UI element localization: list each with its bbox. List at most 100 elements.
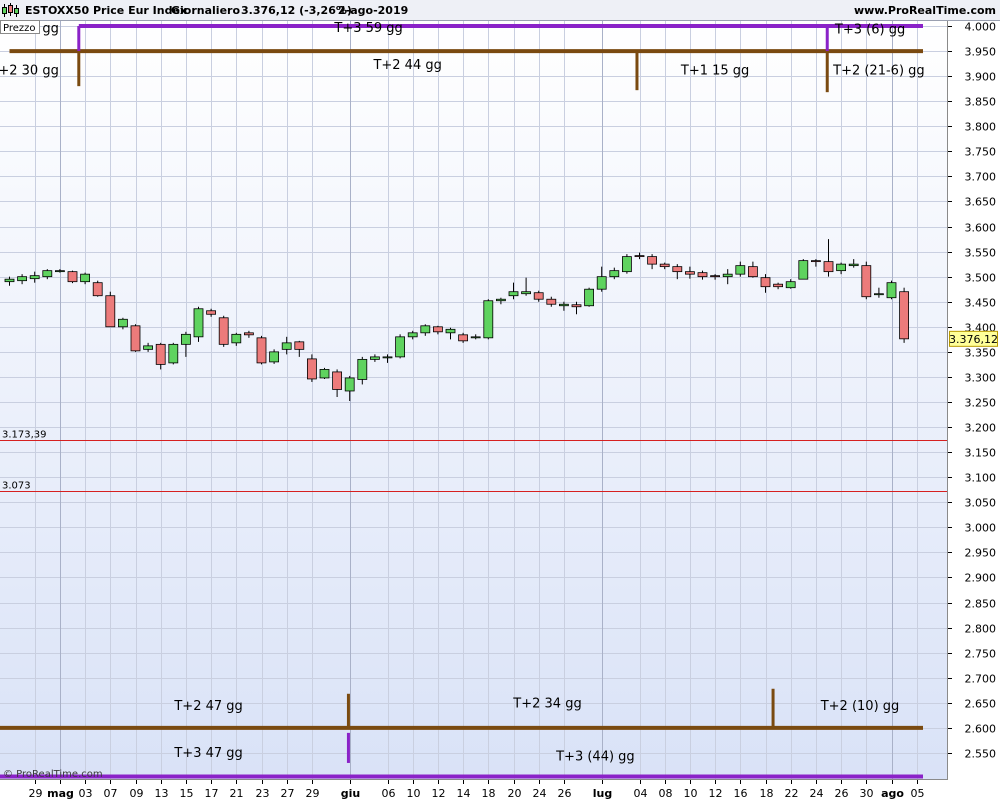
- date-tick-label: 03: [79, 787, 93, 800]
- price-tick-label: 3.950: [965, 46, 997, 59]
- price-chart[interactable]: 3.173,39 3.073 T+2 30 gg T+3 59 gg T+3 (6) …: [0, 0, 1000, 800]
- candle-body: [344, 377, 355, 392]
- date-tick-label: 05: [911, 787, 925, 800]
- price-tick-label: 3.750: [965, 146, 997, 159]
- candle-body: [647, 256, 657, 265]
- cycle-annotation: T+1 15 gg: [680, 64, 749, 79]
- date-tick-label: lug: [593, 787, 612, 800]
- price-tick-label: 3.200: [965, 422, 997, 435]
- cycle-annotation: T+2 30 gg: [0, 64, 59, 79]
- cycle-annotation: T+3 59 gg: [333, 21, 402, 36]
- candle-body: [861, 265, 872, 298]
- price-tick-label: 3.100: [965, 472, 997, 485]
- date-tick-label: 10: [684, 787, 698, 800]
- cycle-annotation: T+2 (10) gg: [820, 699, 900, 714]
- candle-body: [256, 337, 267, 364]
- cycle-annotation: T+2 (21-6) gg: [832, 64, 925, 79]
- candle-body: [659, 263, 670, 268]
- header-period: Giornaliero: [171, 4, 240, 17]
- candle-body: [521, 291, 531, 295]
- candle-body: [319, 369, 330, 379]
- candle-body: [420, 325, 431, 334]
- price-tick-label: 2.750: [965, 648, 997, 661]
- candle-body: [407, 332, 418, 338]
- date-tick-label: 29: [306, 787, 320, 800]
- candle-body: [193, 308, 204, 338]
- candle-body: [634, 255, 645, 258]
- candle-body: [823, 261, 834, 273]
- date-tick-label: 12: [709, 787, 723, 800]
- price-tick-label: 2.850: [965, 598, 997, 611]
- candle-body: [243, 332, 254, 336]
- cycle-annotation: T+3 (6) gg: [834, 23, 905, 38]
- panel-label: Prezzo: [3, 23, 36, 34]
- price-tick-label: 3.350: [965, 347, 997, 360]
- candle-body: [596, 276, 607, 290]
- candle-body: [722, 273, 733, 278]
- cycle-annotation: T+2 44 gg: [372, 58, 441, 73]
- candle-body: [559, 303, 569, 307]
- date-tick-label: 20: [508, 787, 522, 800]
- price-tick-label: 3.250: [965, 397, 997, 410]
- price-tick-label: 3.900: [965, 71, 997, 84]
- cycle-annotation: T+3 47 gg: [173, 746, 242, 761]
- candle-body: [55, 270, 65, 273]
- candle-body: [798, 260, 809, 280]
- chart-root: 3.173,39 3.073 T+2 30 gg T+3 59 gg T+3 (6) …: [0, 0, 1000, 800]
- candle-body: [42, 270, 53, 278]
- candle-body: [382, 356, 393, 359]
- price-tick-label: 3.800: [965, 121, 997, 134]
- candles-icon: [2, 3, 19, 17]
- plot-background: [0, 20, 948, 780]
- watermark: © ProRealTime.com: [3, 769, 103, 780]
- candle-body: [886, 282, 897, 299]
- candle-body: [483, 300, 494, 339]
- candle-body: [357, 358, 368, 380]
- date-tick-label: giu: [341, 787, 360, 800]
- price-tick-label: 2.800: [965, 623, 997, 636]
- price-tick-label: 2.650: [965, 698, 997, 711]
- price-tick-label: 3.050: [965, 497, 997, 510]
- candle-body: [584, 288, 594, 307]
- candle-body: [67, 271, 78, 283]
- candle-body: [281, 342, 292, 350]
- date-tick-label: 17: [205, 787, 219, 800]
- cycle-annotation: T+3 (44) gg: [555, 749, 635, 764]
- candle-body: [4, 278, 15, 283]
- price-tick-label: 2.550: [965, 748, 997, 761]
- candle-body: [546, 298, 557, 305]
- candle-body: [17, 276, 28, 282]
- date-tick-label: 15: [180, 787, 194, 800]
- candle-body: [533, 292, 544, 300]
- date-tick-label: 18: [482, 787, 496, 800]
- candle-body: [609, 270, 620, 278]
- price-tick-label: 3.700: [965, 171, 997, 184]
- candle-body: [899, 291, 909, 340]
- candle-body: [294, 341, 305, 350]
- candle-body: [760, 277, 771, 288]
- date-tick-label: mag: [47, 787, 74, 800]
- price-tick-label: 2.700: [965, 673, 997, 686]
- candle-body: [622, 256, 632, 273]
- candle-body: [269, 351, 280, 363]
- date-tick-label: 12: [432, 787, 446, 800]
- date-tick-label: 13: [155, 787, 169, 800]
- cycle-annotation: T+2 34 gg: [512, 696, 581, 711]
- price-tick-label: 3.850: [965, 96, 997, 109]
- price-tick-label: 4.000: [965, 21, 997, 34]
- candle-body: [180, 333, 191, 345]
- candle-body: [710, 275, 720, 278]
- price-tick-label: 2.950: [965, 547, 997, 560]
- candle-body: [218, 317, 229, 345]
- candle-body: [697, 272, 708, 278]
- date-tick-label: 26: [835, 787, 849, 800]
- candle-body: [836, 263, 846, 272]
- candle-body: [432, 326, 443, 333]
- candle-body: [458, 334, 469, 342]
- candle-body: [143, 345, 154, 350]
- date-tick-label: 10: [407, 787, 421, 800]
- candle-body: [508, 291, 519, 297]
- date-tick-label: 14: [457, 787, 471, 800]
- candle-body: [105, 295, 116, 328]
- header-symbol: ESTOXX50 Price Eur Index: [25, 4, 187, 17]
